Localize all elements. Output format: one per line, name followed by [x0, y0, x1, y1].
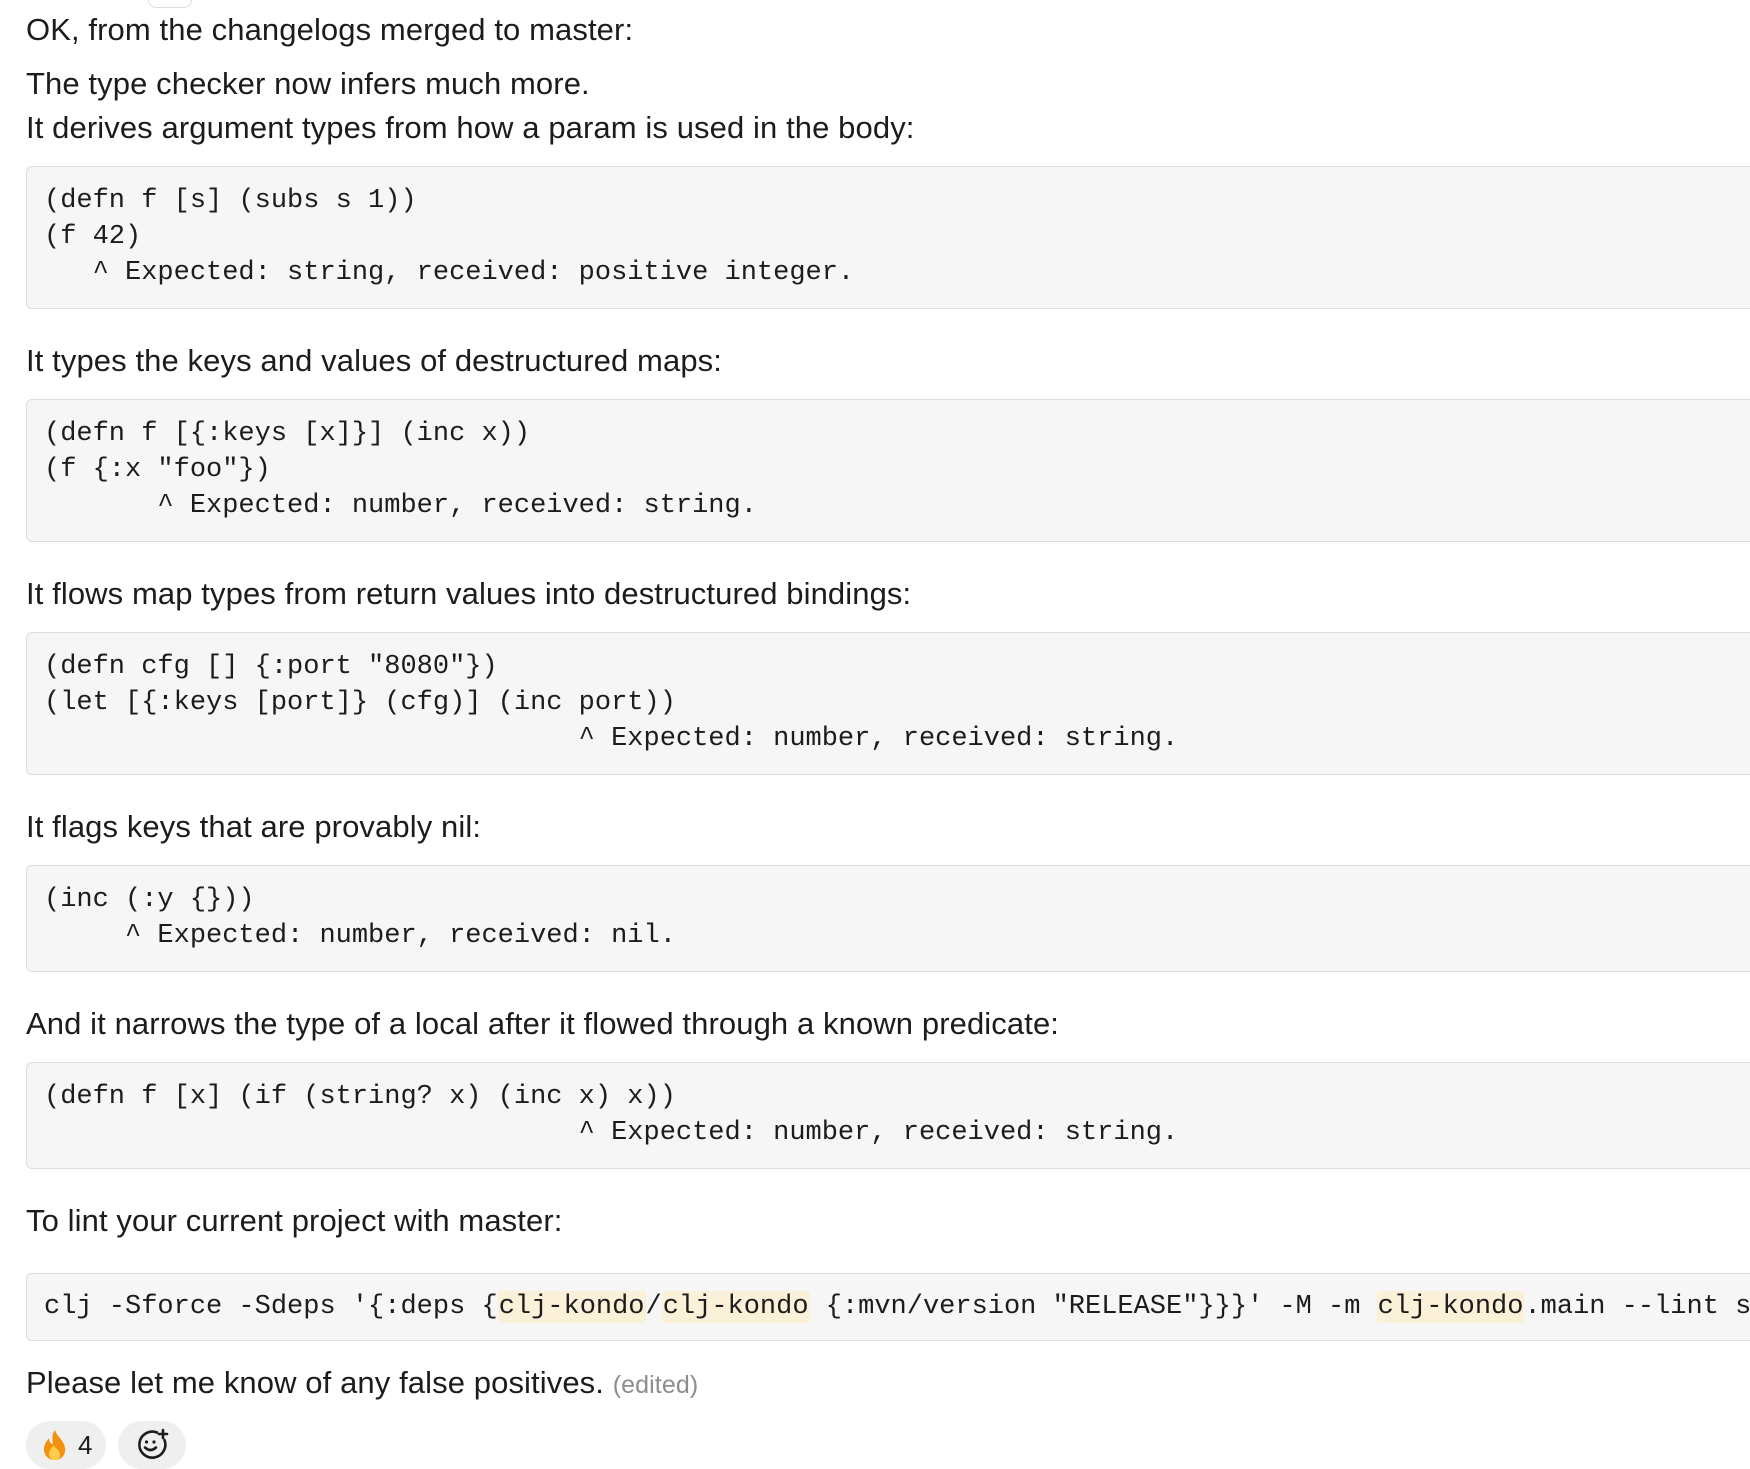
- fire-reaction-count: 4: [78, 1429, 93, 1460]
- command-part-2: {:mvn/version "RELEASE"}}}' -M -m: [809, 1292, 1377, 1322]
- fire-reaction-button[interactable]: 4: [26, 1421, 107, 1469]
- command-slash: /: [645, 1292, 662, 1322]
- lead-text-2: It derives argument types from how a par…: [26, 110, 915, 145]
- namespace-link[interactable]: clj-kondo: [1376, 1291, 1525, 1323]
- code-block-5[interactable]: (defn f [x] (if (string? x) (inc x) x)) …: [26, 1062, 1750, 1169]
- lib-org-link[interactable]: clj-kondo: [497, 1291, 646, 1323]
- text-lint-instructions: To lint your current project with master…: [26, 1203, 563, 1238]
- text-map-flow: It flows map types from return values in…: [26, 576, 912, 611]
- lead-text-1: The type checker now infers much more.: [26, 66, 590, 101]
- command-part-3: .main --lint src:test: [1524, 1292, 1750, 1322]
- code-block-4[interactable]: (inc (:y {})) ^ Expected: number, receiv…: [26, 865, 1750, 972]
- code-block-3[interactable]: (defn cfg [] {:port "8080"}) (let [{:key…: [26, 632, 1750, 775]
- text-provably-nil: It flags keys that are provably nil:: [26, 809, 482, 844]
- edited-label: (edited): [612, 1371, 699, 1399]
- closing-sentence: Please let me know of any false positive…: [26, 1365, 604, 1400]
- command-code-block[interactable]: clj -Sforce -Sdeps '{:deps {clj-kondo/cl…: [26, 1273, 1750, 1341]
- command-part-1: clj -Sforce -Sdeps '{:deps {: [44, 1292, 498, 1322]
- closing-text: Please let me know of any false positive…: [26, 1361, 1750, 1407]
- code-block-2[interactable]: (defn f [{:keys [x]}] (inc x)) (f {:x "f…: [26, 399, 1750, 542]
- lib-name-link[interactable]: clj-kondo: [661, 1291, 810, 1323]
- intro-text: OK, from the changelogs merged to master…: [26, 12, 634, 47]
- text-destructured-maps: It types the keys and values of destruct…: [26, 343, 722, 378]
- fire-emoji-icon: [40, 1429, 70, 1461]
- reactions-bar: 4: [26, 1421, 1750, 1469]
- add-reaction-button[interactable]: [118, 1421, 187, 1469]
- text-narrowing: And it narrows the type of a local after…: [26, 1006, 1060, 1041]
- add-reaction-icon: [135, 1428, 169, 1462]
- message: OK, from the changelogs merged to master…: [26, 0, 1750, 1469]
- code-block-1[interactable]: (defn f [s] (subs s 1)) (f 42) ^ Expecte…: [26, 166, 1750, 309]
